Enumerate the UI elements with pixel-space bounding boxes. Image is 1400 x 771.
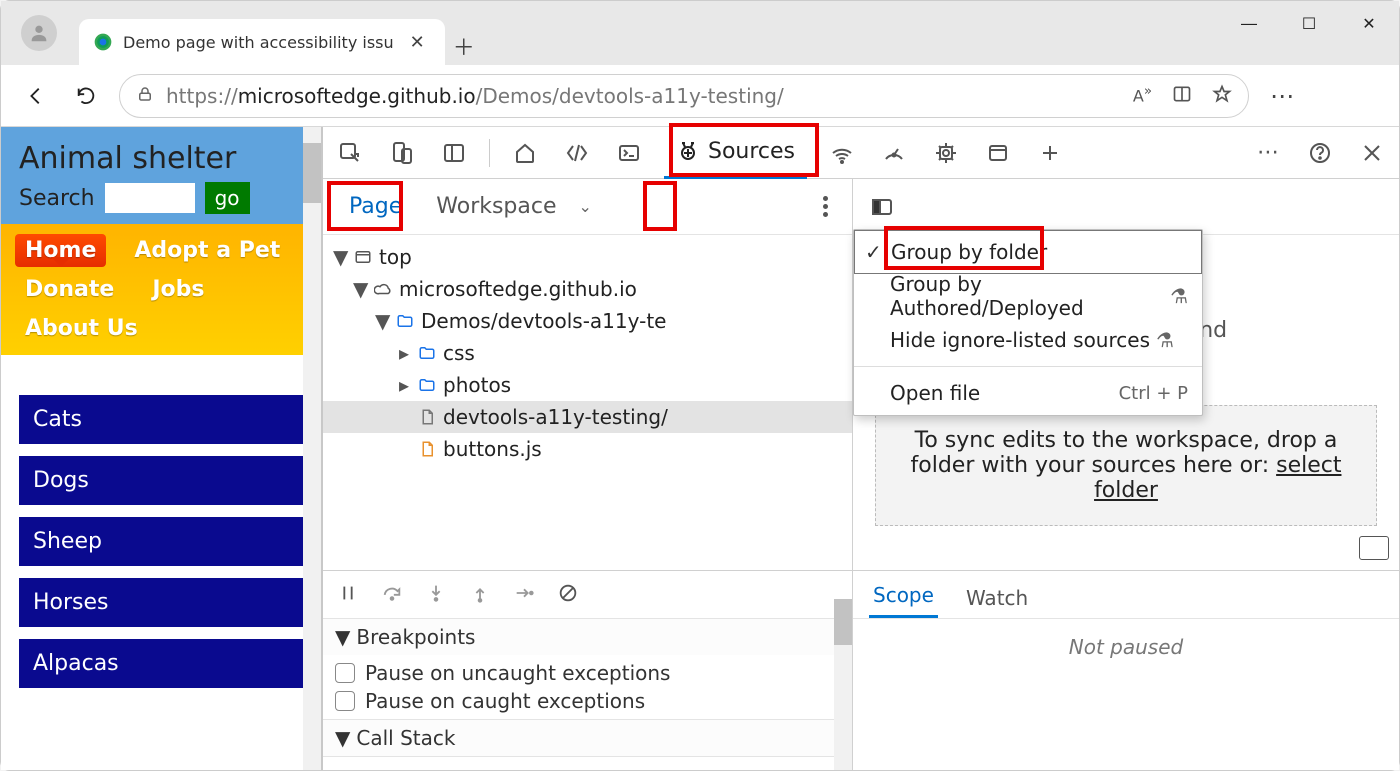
nav-donate[interactable]: Donate [15, 273, 124, 306]
site-nav: Home Adopt a Pet Donate Jobs About Us [1, 224, 321, 355]
inspect-icon[interactable] [333, 136, 367, 170]
search-input[interactable] [105, 183, 195, 213]
elements-icon[interactable] [560, 136, 594, 170]
profile-icon[interactable] [21, 15, 57, 51]
step-over-icon[interactable] [381, 582, 403, 608]
step-into-icon[interactable] [425, 582, 447, 608]
file-icon [417, 407, 437, 427]
devtools-more-icon[interactable]: ⋯ [1251, 136, 1285, 170]
category-horses[interactable]: Horses [19, 578, 303, 627]
browser-tab[interactable]: Demo page with accessibility issu ✕ [79, 19, 445, 65]
page-scrollbar[interactable] [303, 127, 321, 770]
category-alpacas[interactable]: Alpacas [19, 639, 303, 688]
sources-editor: Group by folder Group by Authored/Deploy… [853, 179, 1399, 570]
category-dogs[interactable]: Dogs [19, 456, 303, 505]
nav-jobs[interactable]: Jobs [142, 273, 214, 306]
flask-icon: ⚗ [1170, 284, 1188, 308]
site-title: Animal shelter [19, 141, 303, 176]
js-file-icon [417, 439, 437, 459]
go-button[interactable]: go [205, 182, 250, 214]
drawer-toggle-icon[interactable] [1359, 536, 1389, 560]
pause-caught-checkbox[interactable]: Pause on caught exceptions [335, 687, 840, 715]
debugger-scrollbar-thumb[interactable] [834, 599, 852, 645]
performance-icon[interactable] [877, 136, 911, 170]
deactivate-breakpoints-icon[interactable] [557, 582, 579, 608]
flask-icon: ⚗ [1156, 328, 1174, 352]
refresh-button[interactable] [69, 79, 103, 113]
hide-navigator-icon[interactable] [865, 190, 899, 224]
folder-icon [417, 375, 437, 395]
step-out-icon[interactable] [469, 582, 491, 608]
folder-icon [417, 343, 437, 363]
close-window-button[interactable]: ✕ [1339, 1, 1399, 45]
callstack-header[interactable]: ▼Call Stack [323, 720, 852, 756]
window-icon [353, 247, 373, 267]
sources-navigator: Page Workspace ⌄ ▼top ▼microsoftedge.git… [323, 179, 853, 570]
nav-adopt[interactable]: Adopt a Pet [124, 234, 290, 267]
category-sheep[interactable]: Sheep [19, 517, 303, 566]
workspace-drop-zone[interactable]: To sync edits to the workspace, drop a f… [875, 405, 1377, 526]
page-tab[interactable]: Page [335, 188, 416, 225]
pause-icon[interactable] [337, 582, 359, 608]
debugger-pane: ▼Breakpoints Pause on uncaught exception… [323, 570, 1399, 770]
url-text: https://microsoftedge.github.io/Demos/de… [166, 84, 784, 108]
application-icon[interactable] [981, 136, 1015, 170]
dock-icon[interactable] [437, 136, 471, 170]
new-tab-button[interactable]: ＋ [445, 27, 483, 65]
context-menu: Group by folder Group by Authored/Deploy… [853, 229, 1203, 416]
scope-tab[interactable]: Scope [869, 575, 938, 618]
search-label: Search [19, 186, 95, 211]
more-tabs-button[interactable] [1033, 136, 1067, 170]
console-icon[interactable] [612, 136, 646, 170]
page-viewport: Animal shelter Search go Home Adopt a Pe… [1, 127, 321, 770]
more-options-button[interactable] [810, 190, 840, 223]
folder-icon [395, 311, 415, 331]
reader-icon[interactable] [1172, 84, 1192, 108]
devtools-close-icon[interactable] [1355, 136, 1389, 170]
browser-menu-button[interactable]: ⋯ [1265, 82, 1299, 110]
network-icon[interactable] [825, 136, 859, 170]
file-tree[interactable]: ▼top ▼microsoftedge.github.io ▼Demos/dev… [323, 235, 852, 570]
pause-uncaught-checkbox[interactable]: Pause on uncaught exceptions [335, 659, 840, 687]
lock-icon [136, 85, 154, 107]
menu-group-by-folder[interactable]: Group by folder [854, 230, 1202, 274]
minimize-button[interactable]: ― [1219, 1, 1279, 45]
back-button[interactable] [19, 79, 53, 113]
help-icon[interactable] [1303, 136, 1337, 170]
window-titlebar: Demo page with accessibility issu ✕ ＋ ― … [1, 1, 1399, 65]
workspace-tab[interactable]: Workspace [422, 188, 570, 225]
favorite-icon[interactable] [1212, 84, 1232, 108]
edge-favicon-icon [93, 32, 113, 52]
step-icon[interactable] [513, 582, 535, 608]
watch-tab[interactable]: Watch [962, 578, 1032, 618]
tab-close-icon[interactable]: ✕ [404, 32, 431, 53]
page-scrollbar-thumb[interactable] [303, 143, 321, 203]
highlight-kebab [643, 181, 677, 231]
nav-home[interactable]: Home [15, 234, 106, 267]
cloud-icon [373, 279, 393, 299]
menu-group-authored[interactable]: Group by Authored/Deployed⚗ [854, 274, 1202, 318]
window-controls: ― ☐ ✕ [1219, 1, 1399, 65]
memory-icon[interactable] [929, 136, 963, 170]
chevron-down-icon[interactable]: ⌄ [579, 197, 592, 216]
device-icon[interactable] [385, 136, 419, 170]
category-cats[interactable]: Cats [19, 395, 303, 444]
not-paused-label: Not paused [853, 619, 1399, 659]
devtools-panel: Sources ⋯ Page Workspace ⌄ [321, 127, 1399, 770]
browser-toolbar: https://microsoftedge.github.io/Demos/de… [1, 65, 1399, 127]
welcome-icon[interactable] [508, 136, 542, 170]
devtools-toolbar: Sources ⋯ [323, 127, 1399, 179]
read-aloud-icon[interactable]: A» [1133, 84, 1152, 108]
breakpoints-header[interactable]: ▼Breakpoints [323, 619, 852, 655]
maximize-button[interactable]: ☐ [1279, 1, 1339, 45]
menu-hide-ignore[interactable]: Hide ignore-listed sources⚗ [854, 318, 1202, 362]
nav-about[interactable]: About Us [15, 312, 148, 345]
menu-open-file[interactable]: Open fileCtrl + P [854, 371, 1202, 415]
sources-tab[interactable]: Sources [664, 127, 807, 179]
address-bar[interactable]: https://microsoftedge.github.io/Demos/de… [119, 74, 1249, 118]
tab-title: Demo page with accessibility issu [123, 33, 394, 52]
